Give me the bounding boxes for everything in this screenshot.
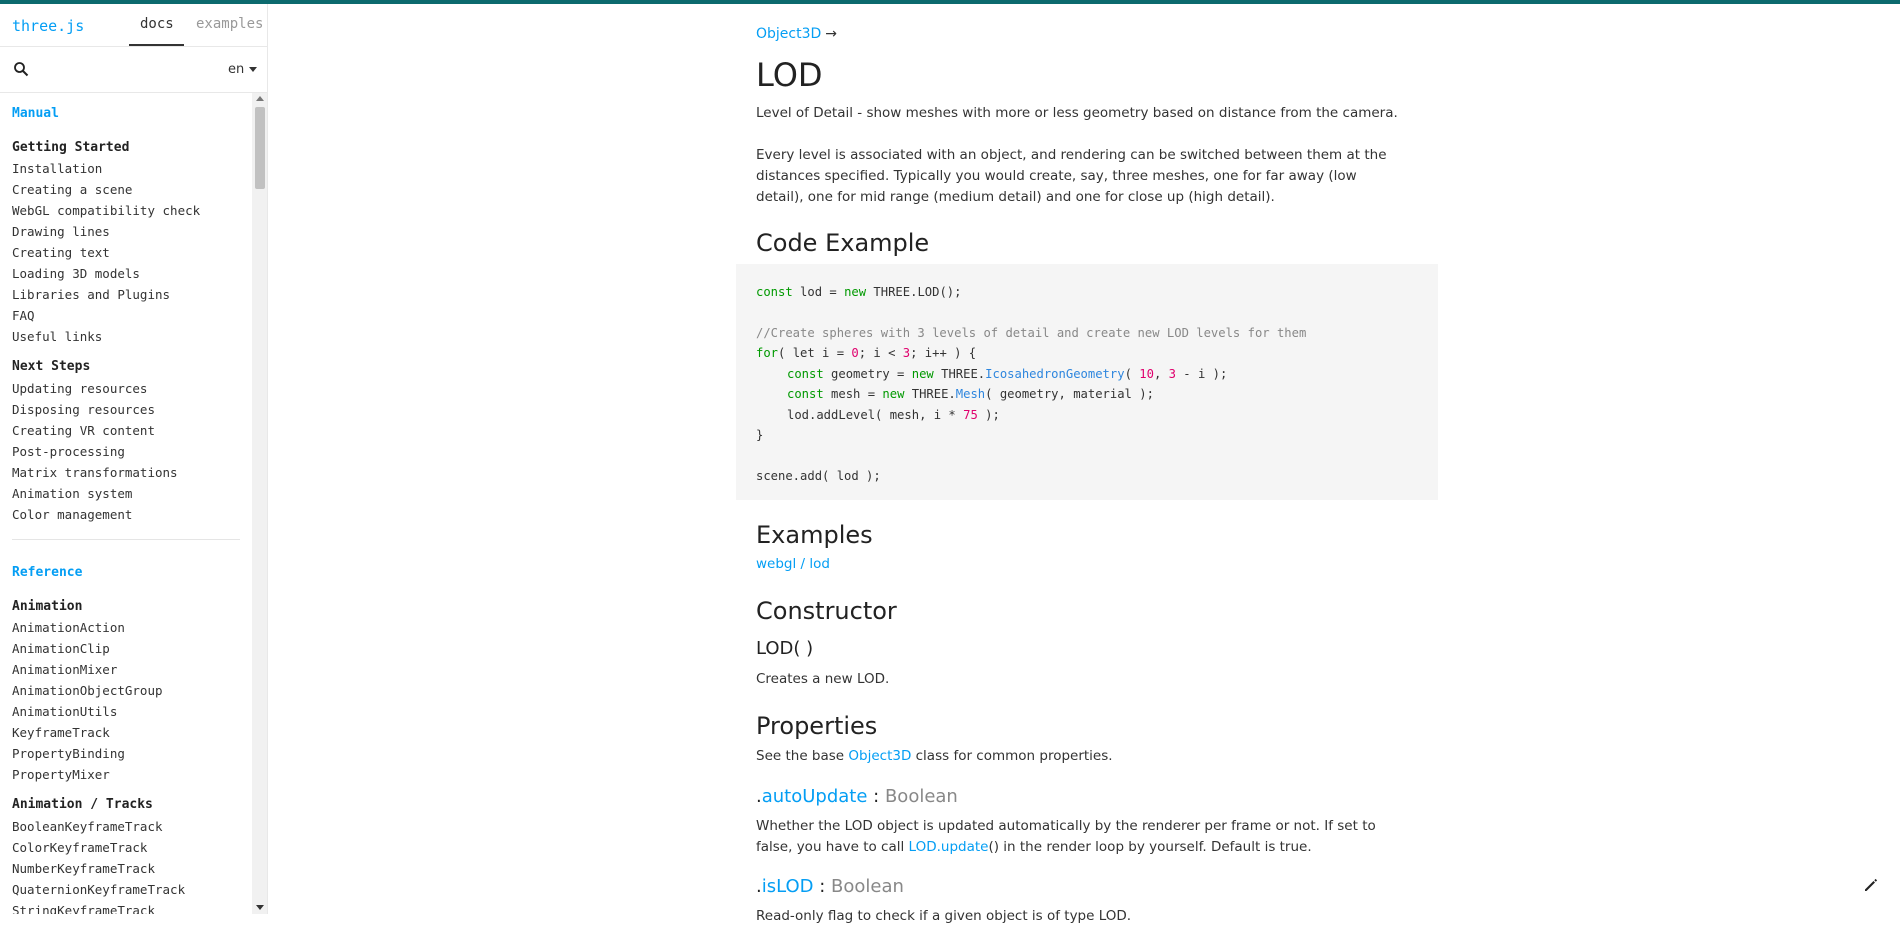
property-autoupdate: .autoUpdate : Boolean — [756, 786, 958, 807]
code-line: lod.addLevel( mesh, i * 75 ); — [787, 408, 1000, 422]
tab-docs[interactable]: docs — [140, 16, 174, 32]
sidebar-item[interactable]: Matrix transformations — [12, 465, 178, 480]
sidebar-item[interactable]: PropertyMixer — [12, 767, 110, 782]
sidebar-item[interactable]: AnimationAction — [12, 620, 125, 635]
sidebar-nav: Manual Getting Started Installation Crea… — [0, 93, 252, 914]
intro-text: Level of Detail - show meshes with more … — [756, 105, 1398, 121]
code-line: scene.add( lod ); — [756, 469, 881, 483]
description-text: Every level is associated with an object… — [756, 147, 1387, 205]
sidebar-item[interactable]: AnimationClip — [12, 641, 110, 656]
breadcrumb-arrow: → — [825, 26, 838, 42]
example-link-webgl-lod[interactable]: webgl / lod — [756, 554, 1404, 575]
lod-update-link[interactable]: LOD.update — [909, 839, 989, 855]
sidebar-item[interactable]: PropertyBinding — [12, 746, 125, 761]
code-line: //Create spheres with 3 levels of detail… — [756, 326, 1307, 340]
group-getting-started: Getting Started — [12, 140, 130, 155]
sidebar-item[interactable]: Animation system — [12, 486, 132, 501]
language-select[interactable]: en — [228, 62, 258, 77]
group-next-steps: Next Steps — [12, 359, 91, 374]
sidebar-item[interactable]: Loading 3D models — [12, 266, 140, 281]
search-input[interactable] — [36, 57, 220, 81]
tab-docs-underline — [129, 44, 184, 46]
sidebar-item[interactable]: Creating VR content — [12, 423, 155, 438]
code-line: const geometry = new THREE.IcosahedronGe… — [787, 367, 1228, 381]
search-icon — [14, 62, 29, 77]
property-islod: .isLOD : Boolean — [756, 876, 904, 897]
logo-link[interactable]: three.js — [12, 17, 84, 35]
code-line: const mesh = new THREE.Mesh( geometry, m… — [787, 387, 1154, 401]
group-animation-tracks: Animation / Tracks — [12, 797, 153, 812]
breadcrumb: Object3D → — [756, 26, 837, 42]
property-type: Boolean — [884, 786, 958, 807]
section-reference[interactable]: Reference — [12, 565, 82, 580]
property-type: Boolean — [831, 876, 904, 897]
sidebar-item[interactable]: WebGL compatibility check — [12, 203, 200, 218]
property-name-islod[interactable]: isLOD — [762, 876, 814, 897]
edit-pencil-icon[interactable] — [1862, 876, 1880, 894]
group-animation: Animation — [12, 599, 83, 614]
property-name-autoupdate[interactable]: autoUpdate — [762, 786, 868, 807]
properties-heading: Properties — [756, 712, 878, 740]
sidebar-item[interactable]: Drawing lines — [12, 224, 110, 239]
sidebar-item[interactable]: KeyframeTrack — [12, 725, 110, 740]
breadcrumb-link-object3d[interactable]: Object3D — [756, 26, 821, 42]
scroll-down-icon[interactable] — [256, 905, 264, 910]
constructor-heading: Constructor — [756, 597, 897, 625]
sidebar-item[interactable]: Creating a scene — [12, 182, 132, 197]
top-accent-bar — [0, 0, 1900, 4]
sidebar-item[interactable]: Post-processing — [12, 444, 125, 459]
code-block: const lod = new THREE.LOD(); //Create sp… — [736, 264, 1438, 500]
sidebar-item[interactable]: NumberKeyframeTrack — [12, 861, 155, 876]
sidebar-header: three.js docs examples — [0, 4, 267, 47]
scroll-up-icon[interactable] — [256, 96, 264, 101]
sidebar-item[interactable]: AnimationUtils — [12, 704, 117, 719]
sidebar-item[interactable]: ColorKeyframeTrack — [12, 840, 147, 855]
page-title: LOD — [756, 56, 823, 94]
sidebar-item[interactable]: AnimationMixer — [12, 662, 117, 677]
language-value: en — [228, 62, 245, 77]
sidebar-item[interactable]: Color management — [12, 507, 132, 522]
sidebar-item[interactable]: QuaternionKeyframeTrack — [12, 882, 185, 897]
sidebar-item[interactable]: Updating resources — [12, 381, 147, 396]
sidebar-item[interactable]: Disposing resources — [12, 402, 155, 417]
examples-heading: Examples — [756, 521, 873, 549]
scroll-thumb[interactable] — [255, 107, 265, 189]
sidebar-item[interactable]: Creating text — [12, 245, 110, 260]
sidebar-item[interactable]: Libraries and Plugins — [12, 287, 170, 302]
chevron-down-icon — [249, 67, 258, 72]
code-line: } — [756, 428, 764, 442]
tab-examples[interactable]: examples — [196, 16, 263, 32]
search-row: en — [0, 47, 267, 93]
code-line: const lod = new THREE.LOD(); — [756, 285, 962, 299]
sidebar: three.js docs examples en Manual Getting… — [0, 4, 268, 914]
properties-intro: See the base Object3D class for common p… — [756, 748, 1113, 764]
sidebar-item[interactable]: StringKeyframeTrack — [12, 903, 155, 914]
autoupdate-description: Whether the LOD object is updated automa… — [756, 818, 1376, 855]
constructor-description: Creates a new LOD. — [756, 671, 890, 687]
sidebar-scrollbar[interactable] — [252, 93, 267, 914]
constructor-signature: LOD( ) — [756, 638, 814, 659]
sidebar-item[interactable]: Useful links — [12, 329, 102, 344]
sidebar-item[interactable]: BooleanKeyframeTrack — [12, 819, 163, 834]
object3d-link[interactable]: Object3D — [848, 748, 911, 764]
islod-description: Read-only flag to check if a given objec… — [756, 908, 1132, 924]
sidebar-divider — [12, 539, 240, 540]
code-example-heading: Code Example — [756, 229, 930, 257]
section-manual[interactable]: Manual — [12, 106, 59, 121]
code-line: for( let i = 0; i < 3; i++ ) { — [756, 346, 977, 360]
sidebar-item[interactable]: Installation — [12, 161, 102, 176]
sidebar-item[interactable]: FAQ — [12, 308, 35, 323]
sidebar-item[interactable]: AnimationObjectGroup — [12, 683, 163, 698]
